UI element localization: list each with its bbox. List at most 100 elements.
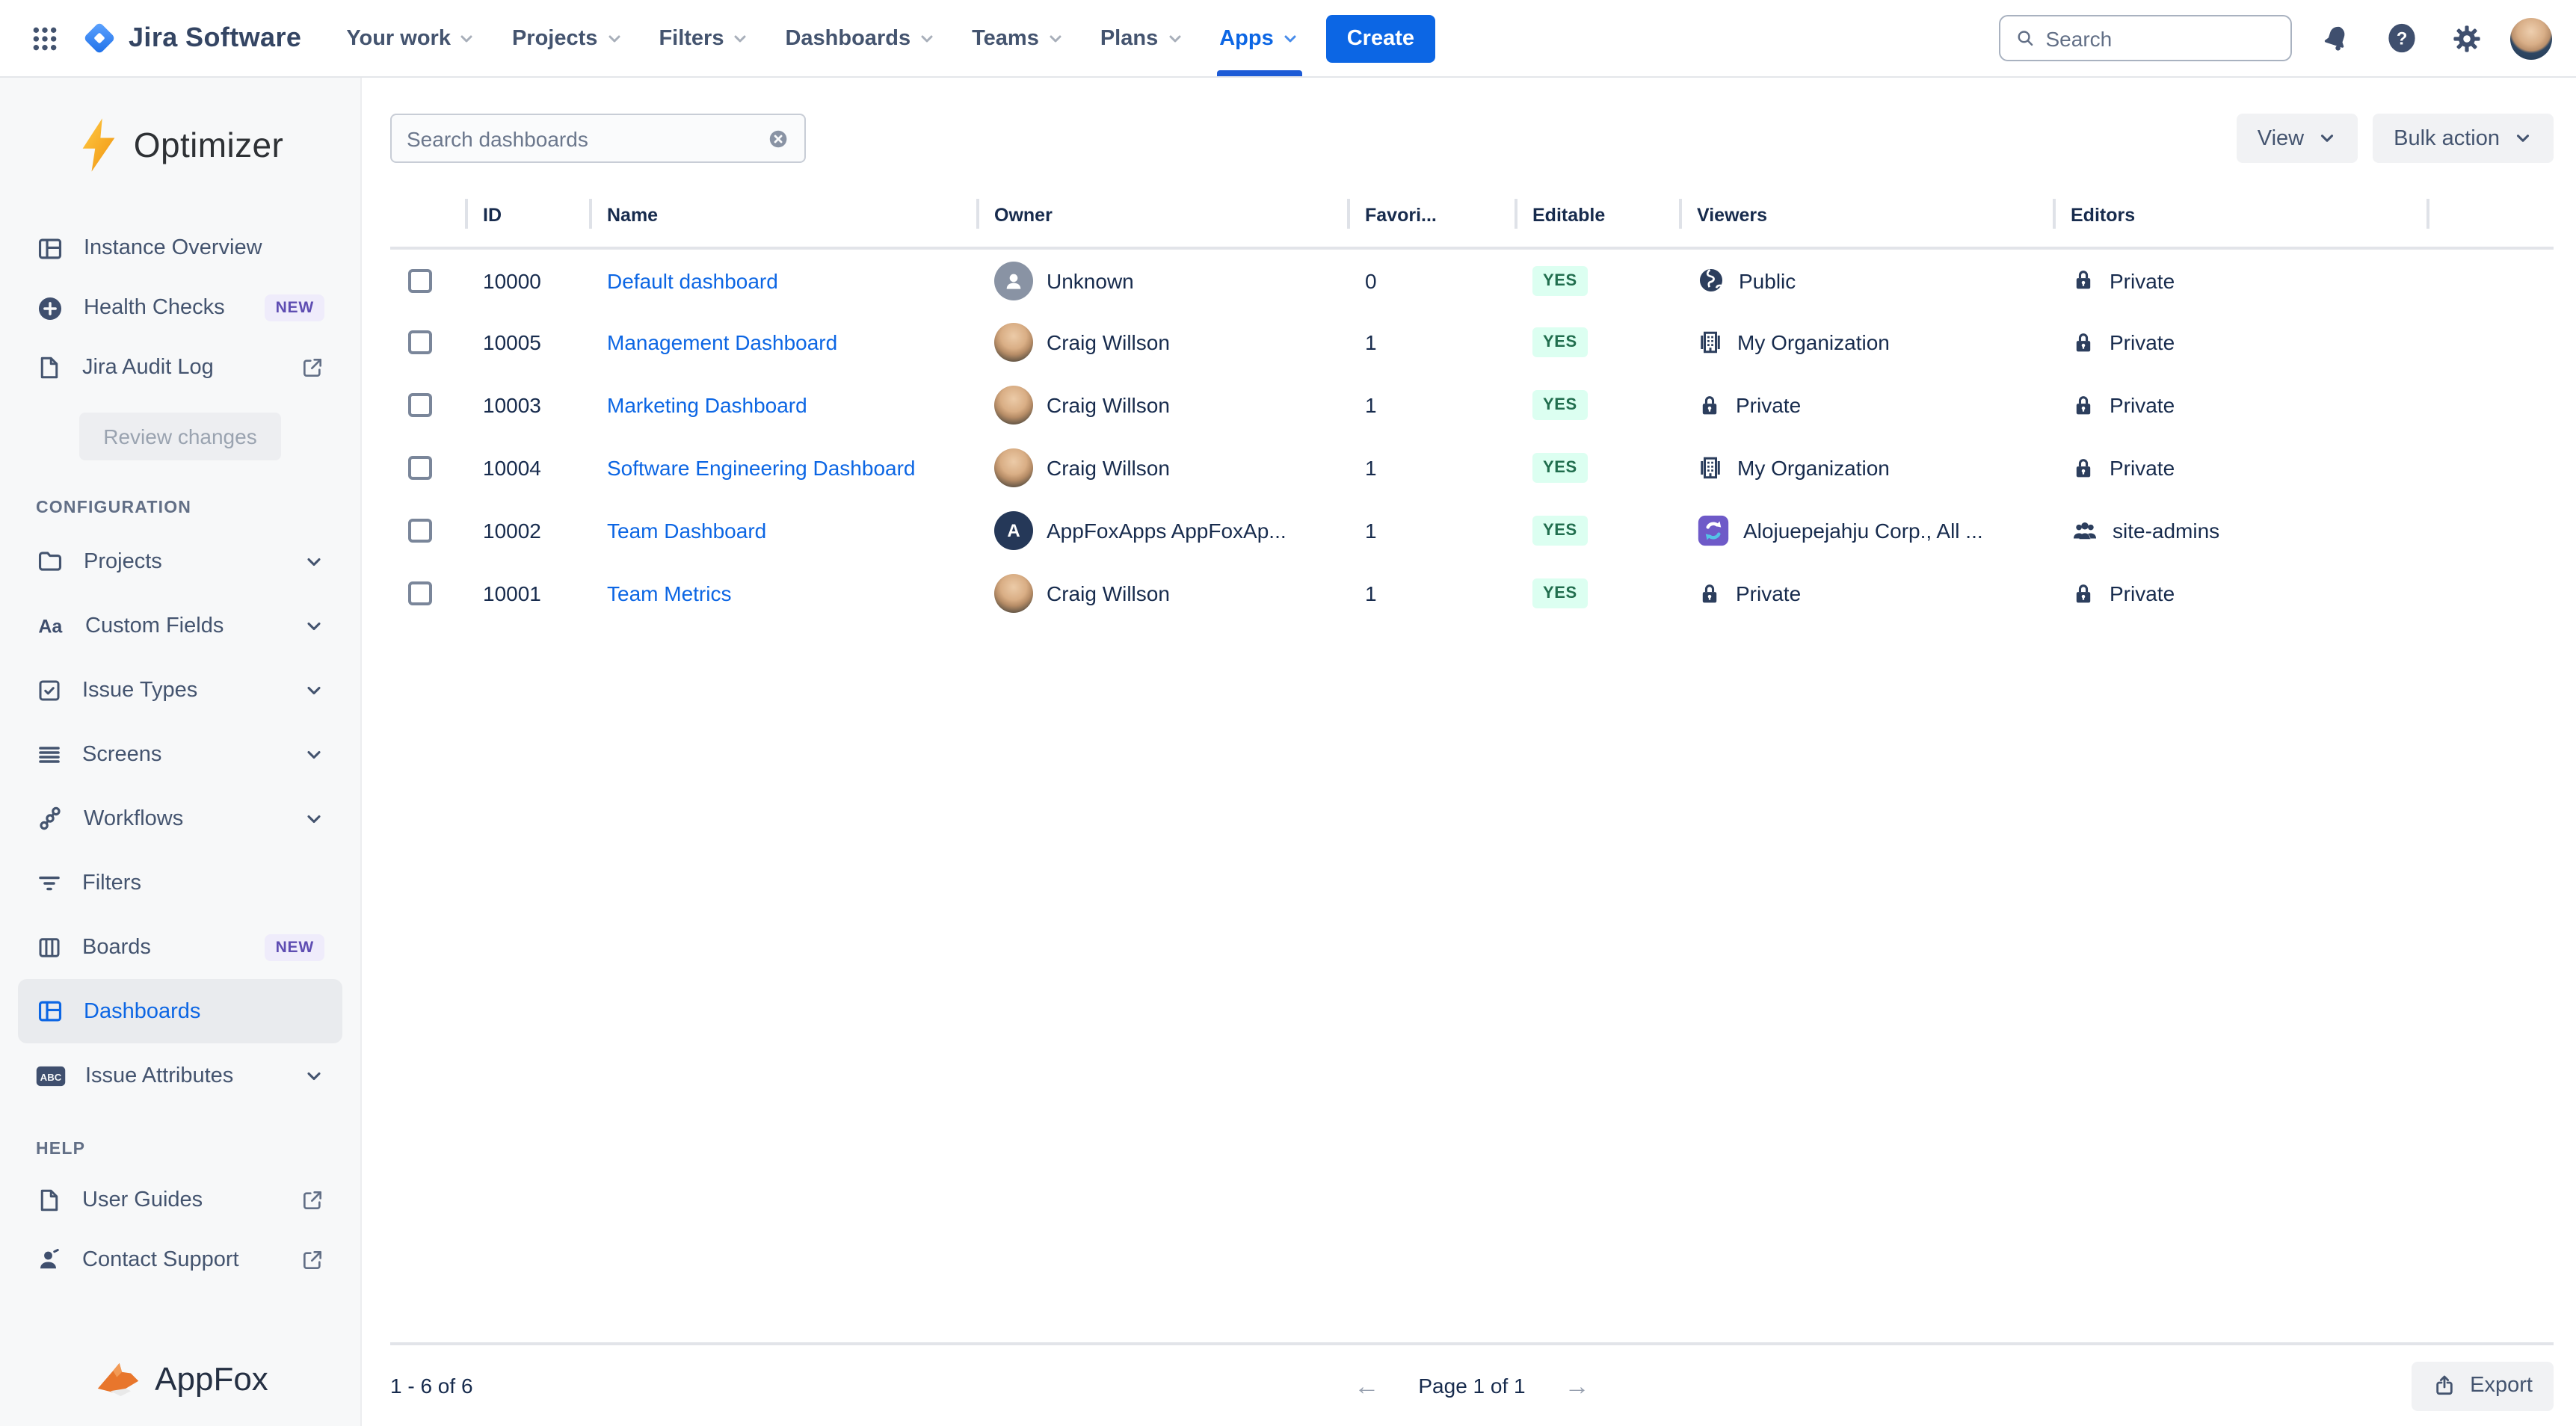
filter-icon	[36, 869, 63, 896]
notifications-bell-icon[interactable]	[2313, 16, 2358, 61]
search-icon	[2015, 27, 2036, 49]
lock-icon	[2071, 330, 2096, 355]
row-checkbox[interactable]	[408, 330, 432, 354]
appfox-logo: AppFox	[18, 1339, 342, 1399]
view-button[interactable]: View	[2237, 114, 2358, 163]
help-icon[interactable]: ?	[2379, 16, 2424, 61]
editable-badge: YES	[1532, 390, 1588, 420]
header-viewers[interactable]: Viewers	[1679, 196, 2053, 248]
viewers-label: My Organization	[1737, 330, 1890, 354]
owner-name: Unknown	[1047, 268, 1134, 292]
sidebar-item-issue-types[interactable]: Issue Types	[18, 658, 342, 722]
dashboard-link[interactable]: Default dashboard	[607, 268, 778, 292]
sidebar-item-screens[interactable]: Screens	[18, 722, 342, 786]
top-nav: Jira Software Your work Projects Filters…	[0, 0, 2576, 78]
dashboard-link[interactable]: Management Dashboard	[607, 330, 837, 354]
svg-text:ABC: ABC	[40, 1071, 62, 1082]
nav-item-dashboards[interactable]: Dashboards	[767, 0, 954, 76]
sidebar-item-dashboards[interactable]: Dashboards	[18, 979, 342, 1043]
editors-label: site-admins	[2113, 519, 2219, 543]
row-checkbox[interactable]	[408, 393, 432, 417]
dashboard-search-input[interactable]	[407, 126, 767, 150]
cell-id: 10005	[465, 311, 589, 374]
external-link-icon	[301, 356, 324, 380]
sidebar-item-jira-audit-log[interactable]: Jira Audit Log	[18, 338, 342, 398]
lock-icon	[1697, 392, 1722, 418]
nav-item-your-work[interactable]: Your work	[328, 0, 494, 76]
create-button[interactable]: Create	[1326, 14, 1435, 62]
clear-search-icon[interactable]	[767, 126, 789, 150]
app-window: Jira Software Your work Projects Filters…	[0, 0, 2576, 1426]
result-range: 1 - 6 of 6	[390, 1374, 473, 1398]
sidebar-item-workflows[interactable]: Workflows	[18, 786, 342, 851]
row-checkbox[interactable]	[408, 519, 432, 543]
chevron-down-icon	[303, 679, 324, 700]
dashboard-link[interactable]: Team Dashboard	[607, 519, 766, 543]
avatar	[994, 386, 1033, 425]
global-search[interactable]	[1999, 15, 2292, 61]
review-changes-button[interactable]: Review changes	[79, 413, 280, 460]
header-owner[interactable]: Owner	[976, 196, 1347, 248]
sidebar-item-user-guides[interactable]: User Guides	[18, 1170, 342, 1230]
bulk-action-button[interactable]: Bulk action	[2373, 114, 2554, 163]
lock-icon	[2071, 268, 2096, 293]
header-id[interactable]: ID	[465, 196, 589, 248]
table-header-row: ID Name Owner Favori... Editable Viewers…	[390, 196, 2554, 248]
app-switcher-icon[interactable]	[21, 14, 69, 62]
sidebar-item-custom-fields[interactable]: Aa Custom Fields	[18, 593, 342, 658]
cell-favorites: 1	[1347, 436, 1515, 499]
export-button[interactable]: Export	[2412, 1361, 2554, 1410]
dashboard-link[interactable]: Software Engineering Dashboard	[607, 456, 916, 480]
organization-icon	[1697, 329, 1724, 356]
header-name[interactable]: Name	[589, 196, 976, 248]
dashboard-link[interactable]: Marketing Dashboard	[607, 393, 807, 417]
header-favorites[interactable]: Favori...	[1347, 196, 1515, 248]
page-indicator: Page 1 of 1	[1418, 1374, 1525, 1398]
sidebar-item-contact-support[interactable]: Contact Support	[18, 1230, 342, 1290]
settings-gear-icon[interactable]	[2444, 16, 2489, 61]
global-search-input[interactable]	[2046, 26, 2276, 50]
nav-item-filters[interactable]: Filters	[641, 0, 767, 76]
nav-item-teams[interactable]: Teams	[954, 0, 1082, 76]
cell-favorites: 1	[1347, 311, 1515, 374]
header-editable[interactable]: Editable	[1515, 196, 1679, 248]
sidebar-item-boards[interactable]: Boards NEW	[18, 915, 342, 979]
table-row: 10005 Management Dashboard Craig Willson…	[390, 311, 2554, 374]
next-page-icon[interactable]: →	[1565, 1373, 1590, 1398]
sidebar-item-instance-overview[interactable]: Instance Overview	[18, 218, 342, 278]
optimizer-sidebar: Optimizer Instance Overview Health Check…	[0, 78, 362, 1426]
editable-badge: YES	[1532, 265, 1588, 295]
rows-icon	[36, 741, 63, 768]
user-avatar[interactable]	[2510, 17, 2552, 59]
dashboard-search[interactable]	[390, 114, 806, 163]
header-editors[interactable]: Editors	[2053, 196, 2426, 248]
chevron-down-icon	[458, 29, 476, 47]
editors-label: Private	[2110, 330, 2175, 354]
nav-item-projects[interactable]: Projects	[494, 0, 641, 76]
text-style-icon: Aa	[36, 611, 66, 641]
chevron-down-icon	[1165, 29, 1183, 47]
globe-icon	[1697, 266, 1725, 294]
new-badge: NEW	[265, 933, 324, 960]
sidebar-item-filters[interactable]: Filters	[18, 851, 342, 915]
header-checkbox-column	[390, 196, 465, 248]
row-checkbox[interactable]	[408, 268, 432, 292]
sidebar-item-issue-attributes[interactable]: ABC Issue Attributes	[18, 1043, 342, 1108]
jira-brand[interactable]: Jira Software	[81, 19, 301, 57]
sidebar-item-health-checks[interactable]: Health Checks NEW	[18, 278, 342, 338]
lock-icon	[1697, 581, 1722, 606]
table-row: 10000 Default dashboard Unknown 0 YES Pu…	[390, 248, 2554, 311]
row-checkbox[interactable]	[408, 456, 432, 480]
viewers-label: Public	[1739, 268, 1796, 292]
nav-item-plans[interactable]: Plans	[1082, 0, 1201, 76]
nav-item-apps[interactable]: Apps	[1201, 0, 1317, 76]
previous-page-icon[interactable]: ←	[1354, 1373, 1379, 1398]
row-checkbox[interactable]	[408, 581, 432, 605]
sidebar-item-projects[interactable]: Projects	[18, 529, 342, 593]
sync-app-icon	[1697, 514, 1730, 547]
editors-label: Private	[2110, 581, 2175, 605]
chevron-down-icon	[605, 29, 623, 47]
layout-icon	[36, 234, 64, 262]
dashboard-link[interactable]: Team Metrics	[607, 581, 731, 605]
chevron-down-icon	[303, 1065, 324, 1086]
